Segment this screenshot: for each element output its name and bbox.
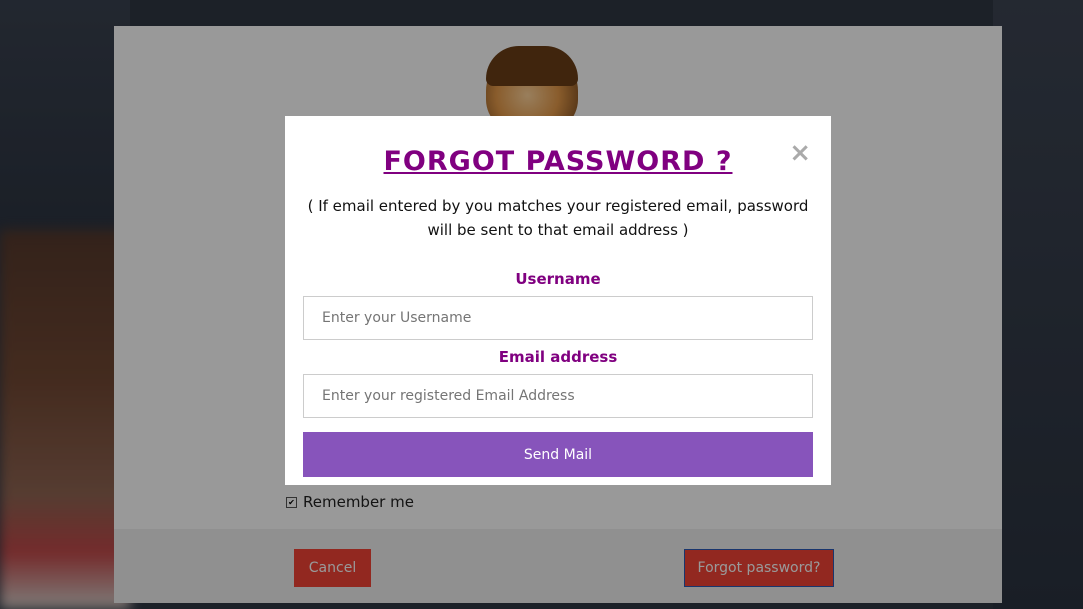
- email-label: Email address: [498, 348, 618, 366]
- forgot-password-modal: FORGOT PASSWORD ? × ( If email entered b…: [285, 116, 831, 485]
- modal-title: FORGOT PASSWORD ?: [383, 146, 733, 177]
- send-mail-button[interactable]: Send Mail: [303, 432, 813, 477]
- close-icon[interactable]: ×: [789, 140, 811, 166]
- email-input[interactable]: [303, 374, 813, 418]
- username-input[interactable]: [303, 296, 813, 340]
- modal-description: ( If email entered by you matches your r…: [307, 197, 809, 239]
- username-label: Username: [515, 270, 601, 288]
